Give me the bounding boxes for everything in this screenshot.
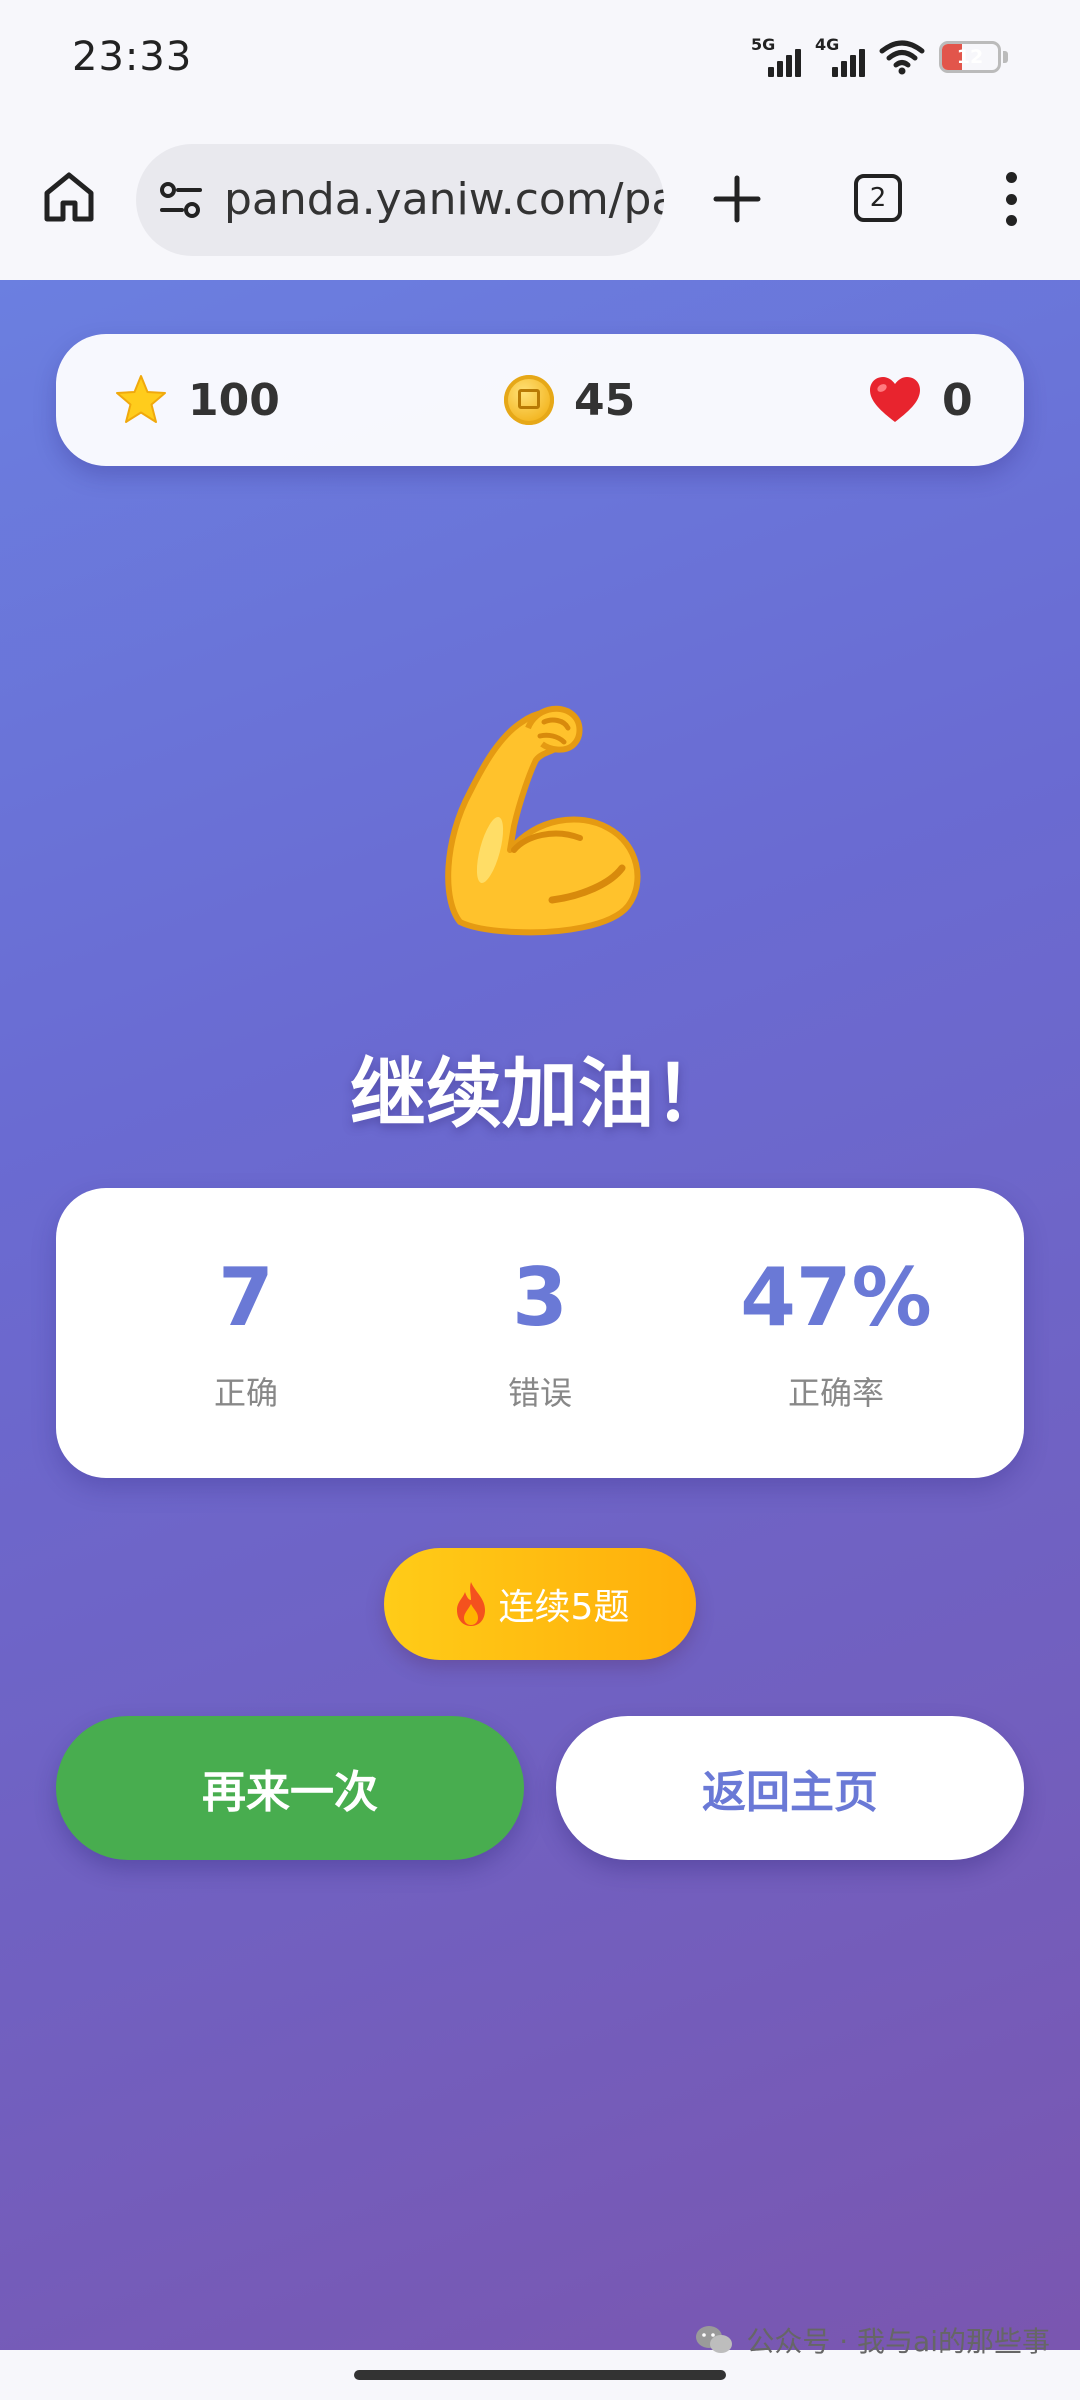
- battery-tip: [1003, 51, 1008, 63]
- home-button[interactable]: [36, 164, 102, 230]
- rate-value: 47%: [740, 1251, 932, 1344]
- stats-bar: 100 45 0: [56, 334, 1024, 466]
- accuracy-rate: 47% 正确率: [686, 1258, 986, 1414]
- wrong-value: 3: [512, 1251, 568, 1344]
- stars-value: 100: [188, 374, 280, 426]
- url-text: panda.yaniw.com/pa: [224, 174, 664, 225]
- coins-stat: 45: [504, 334, 635, 466]
- battery-icon: 12: [939, 41, 1001, 73]
- correct-value: 7: [218, 1251, 274, 1344]
- quiz-result-page: 100 45 0 继续加油！ 7 正确 3 错误 47% 正确率 连续5题 再来…: [0, 280, 1080, 2350]
- more-vert-icon[interactable]: [990, 166, 1032, 232]
- score-card: 7 正确 3 错误 47% 正确率: [56, 1188, 1024, 1478]
- heart-icon: [870, 377, 920, 422]
- result-title: 继续加油！: [350, 1049, 730, 1138]
- streak-badge: 连续5题: [384, 1548, 696, 1660]
- fire-icon: [456, 1582, 485, 1626]
- plus-icon: [713, 175, 761, 223]
- home-icon: [44, 172, 94, 222]
- hearts-stat: 0: [868, 334, 973, 466]
- wrong-count: 3 错误: [390, 1258, 690, 1414]
- signal-5g-icon: 5G: [751, 35, 801, 79]
- status-icons: 5G 4G 12: [751, 32, 1008, 82]
- star-icon: [116, 375, 166, 423]
- new-tab-button[interactable]: [702, 164, 772, 234]
- flexed-biceps-icon: [445, 705, 641, 936]
- stars-stat: 100: [114, 334, 280, 466]
- streak-label: 连续5题: [498, 1587, 630, 1628]
- wrong-label: 错误: [507, 1374, 572, 1412]
- wechat-icon: [696, 2326, 733, 2353]
- watermark-text: 公众号 · 我与ai的那些事: [746, 2325, 1050, 2358]
- coins-value: 45: [574, 374, 636, 426]
- status-time: 23:33: [72, 34, 193, 80]
- rate-label: 正确率: [787, 1374, 884, 1412]
- back-home-button[interactable]: 返回主页: [556, 1716, 1024, 1860]
- battery-level: 12: [956, 46, 984, 68]
- correct-count: 7 正确: [96, 1258, 396, 1414]
- site-settings-icon[interactable]: [158, 178, 204, 222]
- signal-4g-icon: 4G: [815, 35, 865, 79]
- address-bar[interactable]: panda.yaniw.com/pa: [136, 144, 664, 256]
- retry-button[interactable]: 再来一次: [56, 1716, 524, 1860]
- watermark: 公众号 · 我与ai的那些事: [694, 2320, 1050, 2360]
- browser-toolbar: panda.yaniw.com/pa 2: [0, 120, 1080, 280]
- tabs-icon[interactable]: 2: [854, 174, 902, 222]
- hearts-value: 0: [942, 374, 973, 426]
- coin-icon: [504, 375, 554, 425]
- correct-label: 正确: [213, 1374, 278, 1412]
- wifi-icon: [879, 40, 925, 75]
- tab-count: 2: [869, 183, 887, 213]
- gesture-bar[interactable]: [354, 2370, 726, 2380]
- status-bar: 23:33 5G 4G 12: [0, 0, 1080, 120]
